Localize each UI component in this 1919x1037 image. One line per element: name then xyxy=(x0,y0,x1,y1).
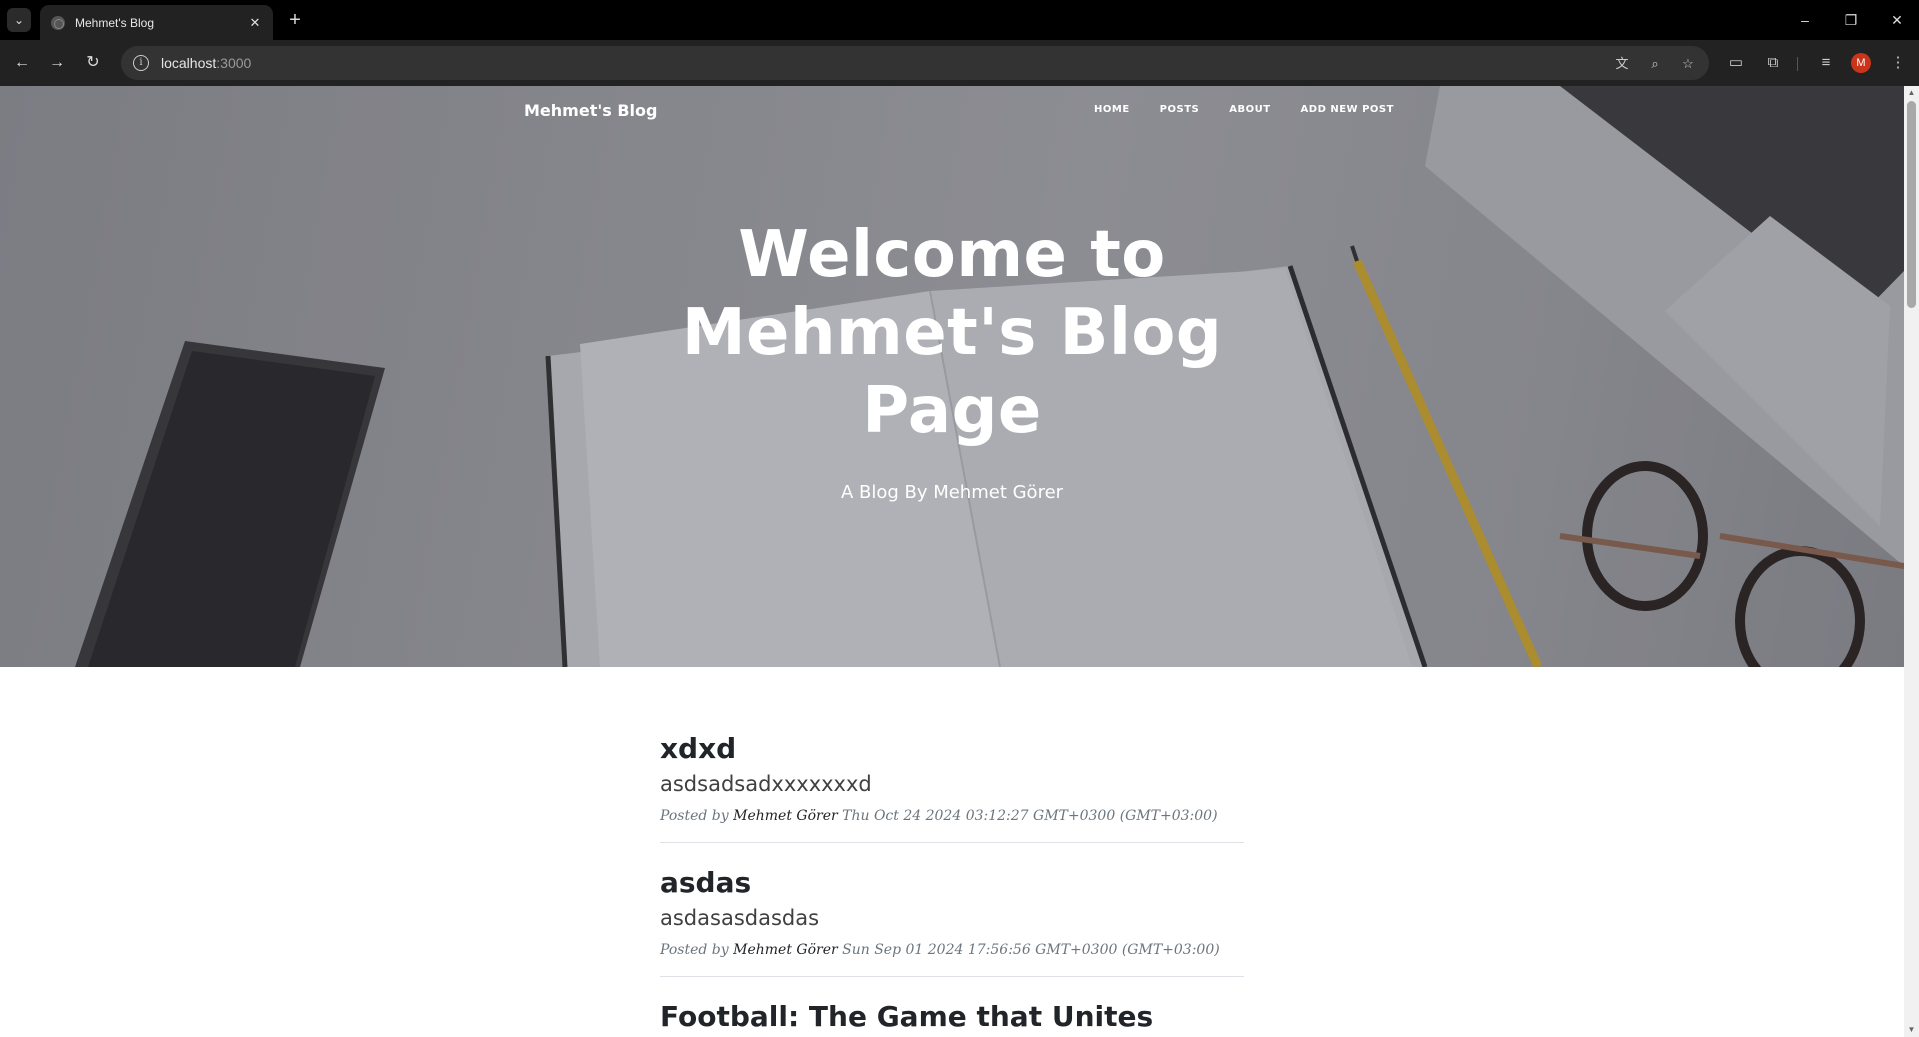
post-meta: Posted by Mehmet Görer Thu Oct 24 2024 0… xyxy=(660,808,1218,824)
post-title[interactable]: xdxd xyxy=(660,731,1244,767)
page-viewport: Mehmet's Blog Home Posts About Add New P… xyxy=(0,86,1904,1037)
address-bar[interactable]: i localhost:3000 文 ⌕ ☆ xyxy=(121,46,1709,80)
scrollbar-thumb[interactable] xyxy=(1907,101,1916,308)
browser-toolbar: ← → ↻ i localhost:3000 文 ⌕ ☆ ▭ ⧉ ≡ M ⋮ xyxy=(0,40,1919,86)
tab-bar: ⌄ Mehmet's Blog ✕ + – ❐ ✕ xyxy=(0,0,1919,40)
nav-link-home[interactable]: Home xyxy=(1094,104,1130,115)
minimize-icon[interactable]: – xyxy=(1790,8,1820,32)
new-tab-icon[interactable]: + xyxy=(283,8,307,32)
post-meta: Posted by Mehmet Görer Sun Sep 01 2024 1… xyxy=(660,942,1220,958)
extensions-icon[interactable]: ⧉ xyxy=(1761,51,1785,75)
menu-icon[interactable]: ⋮ xyxy=(1886,51,1910,75)
url-text: localhost:3000 xyxy=(161,55,252,71)
main-nav: Home Posts About Add New Post xyxy=(1094,104,1424,115)
zoom-icon[interactable]: ⌕ xyxy=(1646,55,1664,73)
post-author-link[interactable]: Mehmet Görer xyxy=(733,942,838,958)
back-icon[interactable]: ← xyxy=(10,51,34,75)
post-preview[interactable]: asdas asdasasdasdas Posted by Mehmet Gör… xyxy=(660,865,1244,977)
hero-title: Welcome to Mehmet's Blog Page xyxy=(681,218,1223,448)
active-tab[interactable]: Mehmet's Blog ✕ xyxy=(40,5,273,40)
post-preview[interactable]: Football: The Game that Unites xyxy=(660,999,1244,1037)
toolbar-divider xyxy=(1797,57,1798,71)
nav-link-posts[interactable]: Posts xyxy=(1160,104,1200,115)
cast-icon[interactable]: ▭ xyxy=(1724,51,1748,75)
translate-icon[interactable]: 文 xyxy=(1613,55,1631,73)
profile-avatar[interactable]: M xyxy=(1851,53,1871,73)
hero-header: Mehmet's Blog Home Posts About Add New P… xyxy=(0,86,1904,667)
site-brand-link[interactable]: Mehmet's Blog xyxy=(524,101,657,120)
post-title[interactable]: Football: The Game that Unites xyxy=(660,999,1244,1035)
tab-title: Mehmet's Blog xyxy=(75,15,154,30)
post-author-link[interactable]: Mehmet Görer xyxy=(733,808,838,824)
media-icon[interactable]: ≡ xyxy=(1814,51,1838,75)
close-icon[interactable]: ✕ xyxy=(247,15,263,31)
restore-icon[interactable]: ❐ xyxy=(1836,8,1866,32)
tab-search-icon[interactable]: ⌄ xyxy=(7,8,31,32)
hero-subtitle: A Blog By Mehmet Görer xyxy=(840,482,1064,503)
post-subtitle[interactable]: asdasasdasdas xyxy=(660,903,1244,933)
forward-icon[interactable]: → xyxy=(45,51,69,75)
favicon-icon xyxy=(51,15,65,30)
site-info-icon[interactable]: i xyxy=(133,55,149,71)
window-close-icon[interactable]: ✕ xyxy=(1882,8,1912,32)
post-title[interactable]: asdas xyxy=(660,865,1244,901)
page-scrollbar[interactable]: ▲ ▼ xyxy=(1904,86,1919,1037)
bookmark-star-icon[interactable]: ☆ xyxy=(1679,55,1697,73)
scroll-up-icon[interactable]: ▲ xyxy=(1904,86,1919,100)
nav-link-about[interactable]: About xyxy=(1229,104,1270,115)
nav-link-add-new-post[interactable]: Add New Post xyxy=(1301,104,1394,115)
reload-icon[interactable]: ↻ xyxy=(81,51,105,75)
scroll-down-icon[interactable]: ▼ xyxy=(1904,1023,1919,1037)
post-preview[interactable]: xdxd asdsadsadxxxxxxxd Posted by Mehmet … xyxy=(660,731,1244,843)
post-list: xdxd asdsadsadxxxxxxxd Posted by Mehmet … xyxy=(660,731,1244,1037)
post-subtitle[interactable]: asdsadsadxxxxxxxd xyxy=(660,769,1244,799)
